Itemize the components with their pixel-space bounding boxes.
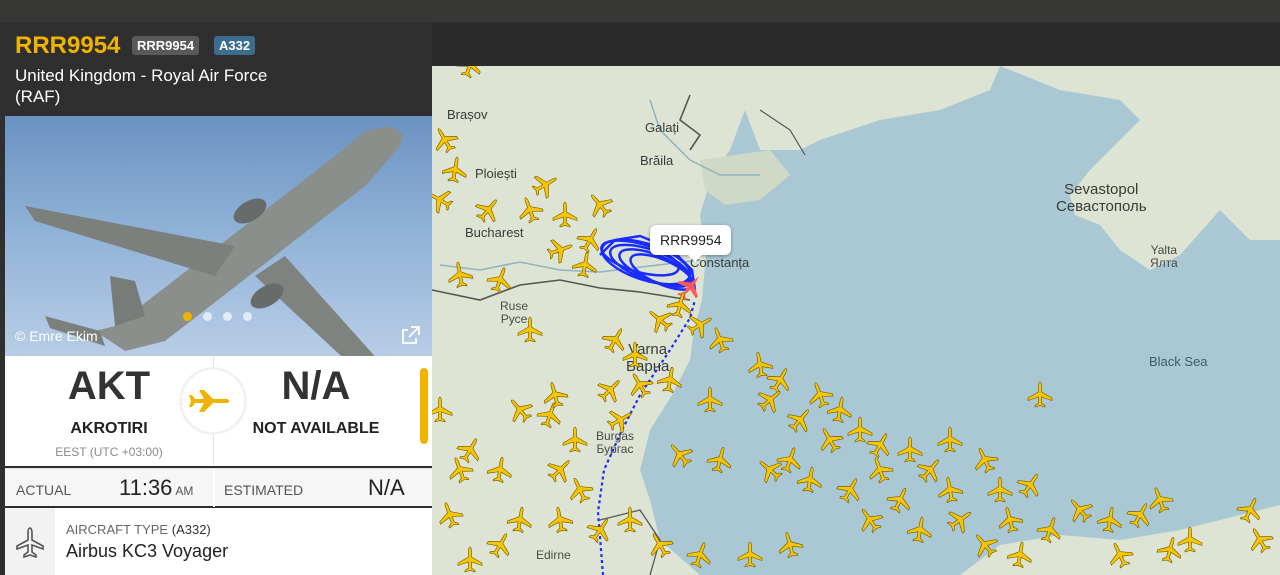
destination-name: NOT AVAILABLE	[252, 420, 380, 437]
aircraft-marker-icon[interactable]	[793, 463, 828, 498]
actual-time-value: 11:36	[119, 475, 173, 500]
aircraft-type-row[interactable]: AIRCRAFT TYPE (A332) Airbus KC3 Voyager	[5, 508, 432, 575]
photo-carousel-dots[interactable]	[183, 308, 263, 326]
flight-callsign: RRR9954	[15, 32, 121, 59]
map-label-brasov: Brașov	[447, 107, 488, 122]
actual-label: ACTUAL	[16, 482, 72, 498]
flight-panel: RRR9954 RRR9954 A332 United Kingdom - Ro…	[0, 22, 432, 575]
times-row: ACTUAL 11:36 AM ESTIMATED N/A	[5, 468, 432, 507]
aircraft-icon-cell	[5, 508, 55, 575]
map-label-sevastopol-latin: Sevastopol	[1064, 181, 1139, 198]
aircraft-marker-icon[interactable]	[1025, 380, 1055, 410]
map-label-burgas-cyrillic: Бургас	[596, 442, 634, 457]
aircraft-marker-icon[interactable]	[935, 425, 965, 455]
aircraft-type-badge[interactable]: A332	[214, 36, 256, 55]
aircraft-marker-icon[interactable]	[515, 315, 545, 345]
panel-scrollbar[interactable]	[420, 368, 428, 444]
aircraft-marker-icon[interactable]	[695, 385, 725, 415]
actual-time: 11:36 AM	[119, 475, 193, 501]
origin-timezone: EEST (UTC +03:00)	[55, 445, 163, 459]
map-label-black-sea: Black Sea	[1149, 354, 1208, 369]
aircraft-callout[interactable]: RRR9954	[650, 225, 732, 262]
estimated-value: N/A	[368, 475, 405, 500]
map-label-yalta-cyrillic: Ялта	[1150, 256, 1178, 271]
map-label-bucharest: Bucharest	[465, 225, 524, 240]
aircraft-marker-icon[interactable]	[903, 513, 938, 548]
carousel-dot-1[interactable]	[183, 312, 192, 321]
aircraft-marker-icon[interactable]	[615, 505, 645, 535]
flight-tracker-screen: Brașov Galați Brăila Ploiești Bucharest …	[0, 0, 1280, 575]
airline-name[interactable]: United Kingdom - Royal Air Force (RAF)	[15, 65, 315, 107]
estimated-label: ESTIMATED	[224, 482, 304, 498]
callsign-badge: RRR9954	[132, 36, 200, 55]
destination-code: N/A	[281, 364, 351, 408]
origin-code[interactable]: AKT	[29, 364, 189, 409]
aircraft-marker-icon[interactable]	[1003, 538, 1038, 573]
actual-time-unit: AM	[175, 484, 194, 498]
aircraft-marker-icon[interactable]	[543, 503, 578, 538]
carousel-dot-3[interactable]	[223, 312, 232, 321]
aircraft-outline-icon	[16, 527, 44, 559]
aircraft-type-code: (A332)	[171, 522, 211, 537]
aircraft-marker-icon[interactable]	[550, 200, 580, 230]
external-link-icon[interactable]	[400, 324, 422, 346]
photo-credit[interactable]: © Emre Ekim	[15, 328, 98, 344]
map-label-yalta: Yalta Ялта	[1150, 243, 1178, 271]
origin-name: AKROTIRI	[70, 420, 148, 437]
route-card: AKT AKROTIRI EEST (UTC +03:00) N/A NOT A…	[5, 356, 432, 466]
aircraft-marker-icon[interactable]	[443, 258, 478, 293]
map-label-galati: Galați	[645, 120, 679, 135]
aircraft-type-label: AIRCRAFT TYPE (A332)	[66, 522, 211, 537]
carousel-dot-4[interactable]	[243, 312, 252, 321]
map-label-braila: Brăila	[640, 153, 674, 168]
carousel-dot-2[interactable]	[203, 312, 212, 321]
aircraft-marker-icon[interactable]	[455, 545, 485, 575]
top-map-strip	[0, 0, 1280, 22]
route-plane-icon	[182, 370, 244, 432]
aircraft-marker-icon[interactable]	[438, 153, 473, 188]
map-label-sevastopol: Sevastopol Севастополь	[1056, 181, 1147, 215]
map-label-edirne: Edirne	[536, 548, 571, 562]
aircraft-marker-icon[interactable]	[653, 363, 688, 398]
aircraft-type-label-text: AIRCRAFT TYPE	[66, 522, 169, 537]
aircraft-photo[interactable]: © Emre Ekim	[5, 116, 432, 356]
map-label-sevastopol-cyrillic: Севастополь	[1056, 197, 1147, 215]
aircraft-marker-icon[interactable]	[568, 248, 603, 283]
aircraft-marker-icon[interactable]	[483, 453, 518, 488]
times-divider	[213, 469, 215, 507]
map-label-ploiesti: Ploiești	[475, 166, 517, 181]
aircraft-marker-icon[interactable]	[735, 540, 765, 570]
aircraft-marker-icon[interactable]	[560, 425, 590, 455]
aircraft-marker-icon[interactable]	[620, 340, 650, 370]
aircraft-type-name: Airbus KC3 Voyager	[66, 541, 229, 561]
